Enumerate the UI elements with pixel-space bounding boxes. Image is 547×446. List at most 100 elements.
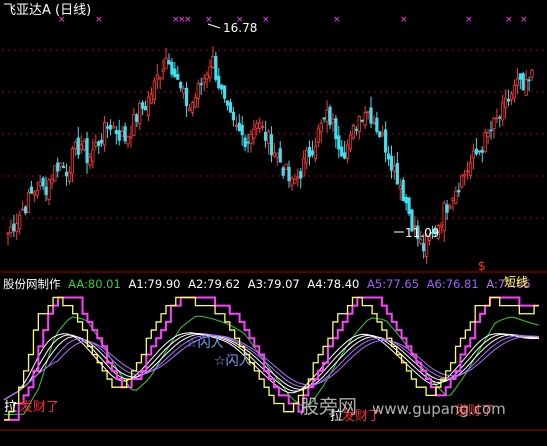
indicator-value-a5: A5:77.65: [367, 277, 420, 291]
candle-body: [103, 122, 107, 146]
candle-body: [100, 139, 104, 144]
candle-body: [261, 126, 265, 129]
candle-body: [105, 126, 110, 129]
candle-body: [67, 171, 72, 182]
indicator-header: 股份网制作 AA:80.01 A1:79.90 A2:79.62 A3:79.0…: [3, 276, 535, 291]
candle-body: [126, 135, 130, 145]
candle-body: [345, 144, 350, 159]
candle-body: [463, 174, 467, 177]
chart-canvas[interactable]: × × ××× × × × × × × × ×: [0, 0, 547, 446]
candle-body: [32, 191, 36, 196]
watermark-url: www.gupang.com: [372, 400, 506, 418]
candle-body: [82, 140, 86, 151]
candle-body: [501, 102, 505, 121]
candle-body: [319, 122, 323, 133]
top-signal-marker: ×: [205, 15, 213, 25]
candle-body: [18, 214, 22, 230]
candle-body: [506, 98, 511, 102]
candle-body: [527, 79, 531, 82]
candle-body: [173, 68, 177, 77]
candle-body: [141, 102, 145, 109]
top-signal-marker: ×: [262, 15, 270, 25]
candle-body: [182, 88, 186, 94]
candle-body: [149, 94, 154, 104]
candle-body: [114, 130, 118, 135]
candle-body: [79, 144, 83, 150]
candle-body: [255, 123, 259, 129]
candle-body: [123, 126, 127, 142]
candle-body: [477, 150, 481, 153]
candle-body: [155, 74, 159, 80]
candle-body: [369, 107, 373, 124]
top-signal-marker: ×: [333, 15, 341, 25]
candle-body: [489, 129, 493, 132]
indicator-value-a4: A4:78.40: [307, 277, 360, 291]
candle-body: [117, 130, 121, 141]
candle-body: [120, 130, 124, 137]
candle-body: [451, 197, 455, 202]
candle-body: [272, 152, 276, 157]
short-line-label: 短线: [504, 275, 529, 289]
profit-signal: 发财了: [20, 400, 60, 415]
candle-body: [372, 122, 376, 125]
candle-body: [316, 128, 320, 143]
candle-body: [304, 150, 309, 164]
candle-body: [111, 125, 115, 129]
candle-body: [240, 124, 244, 136]
candle-body: [334, 118, 338, 140]
candle-body: [322, 117, 326, 120]
candle-body: [471, 150, 476, 159]
candle-body: [170, 62, 174, 75]
candle-body: [146, 96, 151, 117]
candle-body: [138, 103, 142, 125]
candle-body: [73, 142, 77, 149]
candle-body: [439, 224, 443, 228]
candle-body: [231, 111, 236, 121]
pull-signal: 拉: [4, 400, 18, 415]
candle-body: [38, 181, 42, 186]
candle-body: [360, 119, 364, 122]
candle-body: [460, 175, 464, 188]
low-price-label: 11.09: [405, 226, 440, 240]
candle-body: [454, 190, 458, 204]
top-signal-marker: ×: [520, 15, 528, 25]
indicator-value-a1: A1:79.90: [128, 277, 181, 291]
candle-body: [518, 73, 522, 80]
candle-body: [246, 141, 250, 144]
candle-body: [53, 165, 57, 182]
candle-body: [512, 84, 517, 99]
candle-body: [515, 78, 519, 86]
candle-body: [337, 135, 341, 150]
star-exit-signal: ☆闪人: [214, 354, 252, 369]
candle-body: [94, 142, 98, 147]
candle-body: [97, 141, 101, 147]
candle-body: [299, 171, 303, 179]
candle-body: [375, 117, 379, 132]
candle-body: [56, 162, 60, 172]
candle-body: [465, 170, 470, 173]
candle-body: [220, 84, 224, 90]
candle-body: [328, 106, 332, 126]
candle-body: [509, 93, 514, 101]
candle-body: [486, 131, 490, 138]
indicator-name: 股份网制作: [3, 277, 61, 291]
top-signal-marker: ×: [465, 15, 473, 25]
candle-body: [407, 197, 411, 214]
candle-body: [401, 179, 405, 202]
candle-body: [21, 208, 25, 211]
candle-body: [41, 177, 45, 187]
candle-body: [6, 232, 10, 235]
candle-body: [392, 165, 397, 172]
candle-body: [498, 116, 502, 119]
buy-signal-mark: $: [478, 259, 486, 273]
candle-body: [287, 166, 291, 182]
candle-body: [495, 117, 499, 120]
candle-body: [357, 116, 361, 132]
candle-body: [530, 69, 534, 78]
candle-body: [202, 78, 206, 83]
candle-body: [480, 149, 484, 153]
candle-body: [15, 223, 19, 232]
candle-body: [88, 156, 92, 166]
candle-body: [62, 166, 66, 169]
high-price-label: 16.78: [223, 21, 258, 35]
